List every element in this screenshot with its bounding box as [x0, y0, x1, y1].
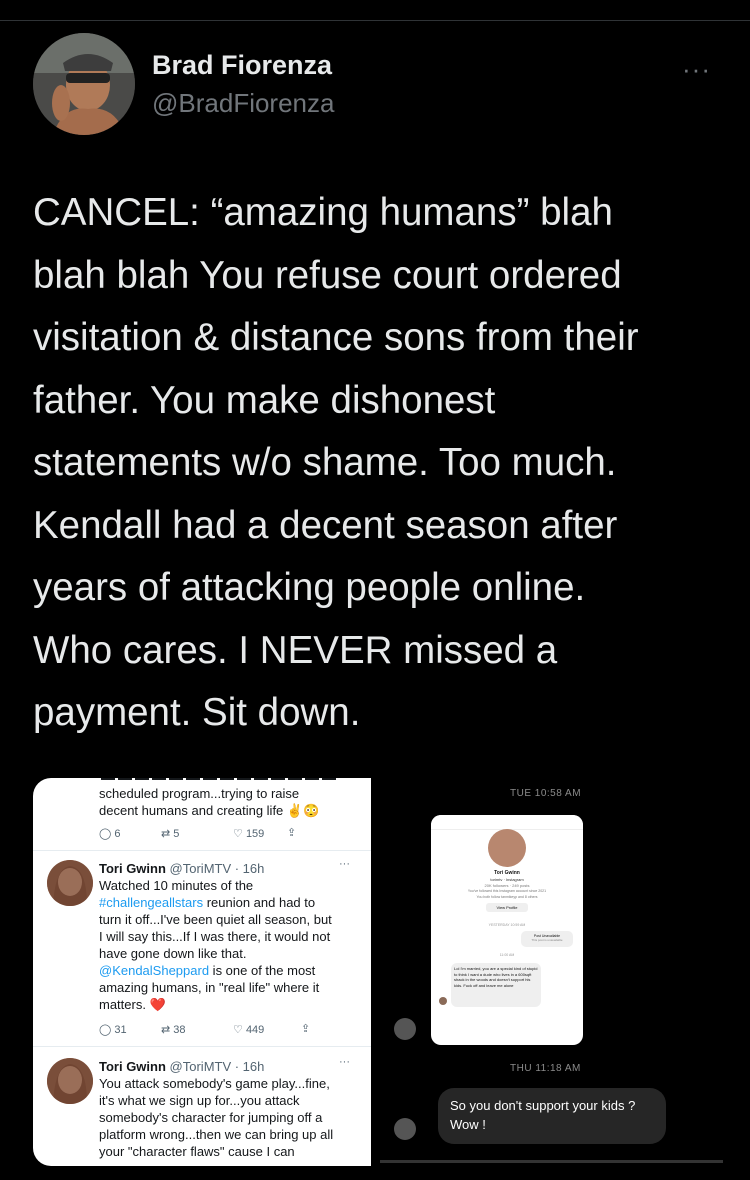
retweet-count: 5	[173, 828, 180, 840]
tweet2-meta: @ToriMTV · 16h	[169, 1059, 265, 1074]
author-avatar[interactable]	[33, 33, 135, 135]
sender-avatar-1[interactable]	[394, 1018, 416, 1040]
dm-timestamp-2: THU 11:18 AM	[510, 1063, 581, 1074]
retweet-icon: ⇄	[161, 828, 171, 840]
tweet1-more-icon[interactable]: ···	[339, 858, 350, 870]
reply-icon: ◯	[99, 828, 112, 840]
tweet1-body: Watched 10 minutes of the #challengealls…	[99, 877, 359, 1013]
inner-profile-avatar	[488, 829, 526, 867]
inner-header	[431, 815, 583, 830]
inner-post-unavailable: Post Unavailable This post is unavailabl…	[521, 931, 573, 947]
dm-message-bubble: So you don't support your kids ? Wow !	[438, 1088, 666, 1144]
inner-message: Lol I'm married, you are a special kind …	[451, 963, 541, 1007]
top-snippet-text: scheduled program...trying to raise dece…	[99, 786, 320, 818]
tweet1-retweet-count: 38	[173, 1024, 186, 1036]
like-action[interactable]: ♡ 159	[233, 827, 264, 840]
inner-profile-stats: 20K followers · 249 posts	[484, 883, 530, 888]
top-divider	[0, 20, 750, 21]
tweet1-text-a: Watched 10 minutes of the	[99, 878, 254, 893]
share-icon[interactable]: ⇪	[287, 826, 296, 839]
inner-sender-avatar	[439, 997, 447, 1005]
tori-avatar[interactable]	[47, 860, 93, 906]
tweet-media[interactable]: scheduled program...trying to raise dece…	[33, 778, 723, 1166]
like-count: 159	[245, 828, 265, 840]
tweet1-retweet-action[interactable]: ⇄ 38	[161, 1023, 186, 1036]
author-handle[interactable]: @BradFiorenza	[152, 88, 334, 119]
author-name[interactable]: Brad Fiorenza	[152, 50, 332, 81]
heart-icon: ♡	[233, 1024, 243, 1036]
bottom-edge	[380, 1160, 723, 1163]
tweet2-more-icon[interactable]: ···	[339, 1056, 350, 1068]
retweet-action[interactable]: ⇄ 5	[161, 827, 179, 840]
reply-icon: ◯	[99, 1024, 112, 1036]
inner-time-2: 11:00 AM	[499, 953, 515, 957]
retweet-icon: ⇄	[161, 1024, 171, 1036]
shared-dm-screenshot: Tori Gwinn torimtv · Instagram 20K follo…	[431, 815, 583, 1045]
inner-post-unavailable-sub: This post is unavailable	[531, 938, 563, 942]
inner-time: YESTERDAY 10:59 AM	[488, 923, 526, 927]
tweet1-like-count: 449	[245, 1024, 265, 1036]
tweet1-header: Tori Gwinn @ToriMTV · 16h	[99, 860, 359, 877]
more-options-icon[interactable]: ···	[682, 54, 711, 85]
heart-icon: ♡	[233, 828, 243, 840]
tweet1-meta: @ToriMTV · 16h	[169, 861, 265, 876]
media-image-left[interactable]: scheduled program...trying to raise dece…	[33, 778, 371, 1166]
inner-profile-note1: You've followed this Instagram account s…	[467, 889, 547, 893]
tweet1-like-action[interactable]: ♡ 449	[233, 1023, 264, 1036]
dm-timestamp-1: TUE 10:58 AM	[510, 788, 582, 799]
inner-profile-sub: torimtv · Instagram	[490, 877, 524, 882]
reply-action[interactable]: ◯ 6	[99, 827, 121, 840]
inner-view-profile: View Profile	[486, 903, 528, 912]
sender-avatar-2[interactable]	[394, 1118, 416, 1140]
cut-off-text	[99, 778, 359, 780]
tweet-text: CANCEL: “amazing humans” blah blah blah …	[33, 191, 639, 734]
tori-avatar-2[interactable]	[47, 1058, 93, 1104]
media-image-right[interactable]: TUE 10:58 AM Tori Gwinn torimtv · Instag…	[378, 778, 723, 1166]
tweet1-reply-action[interactable]: ◯ 31	[99, 1023, 127, 1036]
tweet2-name[interactable]: Tori Gwinn	[99, 1059, 166, 1074]
tweet2-header: Tori Gwinn @ToriMTV · 16h	[99, 1058, 359, 1075]
hashtag-link[interactable]: #challengeallstars	[99, 895, 203, 910]
mention-link[interactable]: @KendalSheppard	[99, 963, 209, 978]
divider	[33, 850, 371, 851]
tweet1-name[interactable]: Tori Gwinn	[99, 861, 166, 876]
tweet1-reply-count: 31	[114, 1024, 127, 1036]
inner-profile-note2: You both follow tanmikeyp and 8 others	[476, 895, 538, 899]
inner-profile-name: Tori Gwinn	[494, 870, 520, 876]
reply-count: 6	[114, 828, 121, 840]
tweet2-body: You attack somebody's game play...fine, …	[99, 1076, 334, 1159]
divider	[33, 1046, 371, 1047]
tweet1-share-icon[interactable]: ⇪	[301, 1022, 310, 1035]
